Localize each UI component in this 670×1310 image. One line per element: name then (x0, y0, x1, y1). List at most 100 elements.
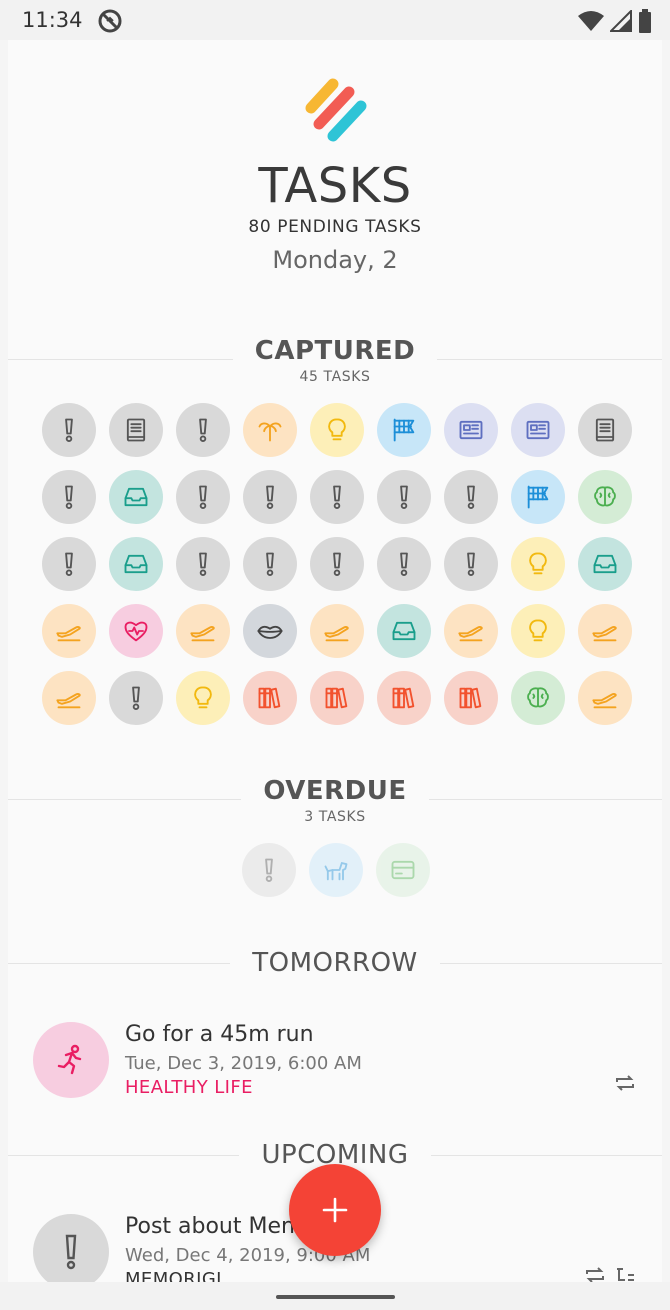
system-icons (578, 9, 652, 33)
task-dot[interactable] (310, 537, 364, 591)
task-dot[interactable] (176, 470, 230, 524)
exclamation-icon (65, 485, 73, 510)
plane-icon (56, 626, 81, 642)
task-dot[interactable] (377, 604, 431, 658)
task-dot[interactable] (578, 403, 632, 457)
task-dot[interactable] (109, 537, 163, 591)
books-icon (392, 687, 415, 709)
task-dot[interactable] (310, 604, 364, 658)
task-dot[interactable] (42, 470, 96, 524)
main-content[interactable]: TASKS 80 PENDING TASKS Monday, 2 CAPTURE… (8, 40, 662, 1282)
task-dot[interactable] (243, 604, 297, 658)
subtasks-icon (617, 1268, 634, 1281)
overdue-task-row (242, 843, 430, 897)
app-logo-icon (303, 78, 369, 148)
overdue-title: OVERDUE (241, 776, 429, 806)
task-dot[interactable] (511, 604, 565, 658)
signal-icon (610, 10, 632, 32)
home-gesture-handle[interactable] (276, 1295, 395, 1299)
newspaper-icon (526, 420, 550, 440)
task-dot[interactable] (377, 671, 431, 725)
task-dot[interactable] (42, 671, 96, 725)
task-indicators (584, 1264, 636, 1282)
plane-icon (324, 626, 349, 642)
task-category: MEMORIGI (125, 1269, 222, 1282)
task-dot[interactable] (42, 403, 96, 457)
task-dot[interactable] (377, 403, 431, 457)
task-dot[interactable] (109, 403, 163, 457)
task-dot[interactable] (444, 604, 498, 658)
task-dot[interactable] (109, 671, 163, 725)
navigation-bar (0, 1282, 670, 1310)
plane-icon (190, 626, 215, 642)
task-category: HEALTHY LIFE (125, 1077, 253, 1098)
checkered-flag-icon (527, 485, 549, 509)
heartbeat-icon (124, 621, 148, 642)
task-item-run[interactable]: Go for a 45m run Tue, Dec 3, 2019, 6:00 … (8, 1022, 662, 1112)
task-dot[interactable] (42, 604, 96, 658)
add-task-button[interactable] (289, 1164, 381, 1256)
task-dot[interactable] (310, 470, 364, 524)
task-dot[interactable] (444, 403, 498, 457)
task-dot[interactable] (109, 470, 163, 524)
task-dot[interactable] (377, 537, 431, 591)
task-dot[interactable] (176, 403, 230, 457)
task-dot[interactable] (511, 671, 565, 725)
task-dot[interactable] (310, 403, 364, 457)
inbox-icon (124, 487, 148, 507)
task-dot[interactable] (578, 604, 632, 658)
lightbulb-icon (328, 418, 346, 441)
task-dot[interactable] (176, 671, 230, 725)
newspaper-icon (459, 420, 483, 440)
exclamation-icon (400, 552, 408, 577)
exclamation-icon (467, 552, 475, 577)
status-time: 11:34 (22, 8, 83, 32)
wifi-icon (578, 11, 604, 31)
task-dot[interactable] (376, 843, 430, 897)
task-dot[interactable] (511, 403, 565, 457)
task-dot[interactable] (309, 843, 363, 897)
brain-icon (594, 486, 616, 507)
plane-icon (592, 626, 617, 642)
exclamation-icon (266, 485, 274, 510)
books-icon (258, 687, 281, 709)
task-dot[interactable] (578, 671, 632, 725)
checkered-flag-icon (393, 418, 415, 442)
exclamation-icon (199, 552, 207, 577)
book-icon (126, 418, 146, 442)
task-dot[interactable] (243, 671, 297, 725)
task-dot[interactable] (243, 403, 297, 457)
exclamation-icon (199, 418, 207, 443)
task-indicators (614, 1072, 636, 1094)
exclamation-icon (333, 485, 341, 510)
task-dot[interactable] (310, 671, 364, 725)
brain-icon (527, 687, 549, 708)
plus-icon (322, 1197, 348, 1223)
book-icon (595, 418, 615, 442)
exclamation-icon (65, 552, 73, 577)
task-dot[interactable] (109, 604, 163, 658)
task-title: Go for a 45m run (125, 1022, 314, 1047)
lips-icon (257, 625, 283, 639)
task-dot[interactable] (377, 470, 431, 524)
repeat-icon (586, 1267, 604, 1282)
task-dot[interactable] (242, 843, 296, 897)
task-dot[interactable] (578, 537, 632, 591)
task-dot[interactable] (444, 470, 498, 524)
task-dot[interactable] (243, 537, 297, 591)
task-dot[interactable] (511, 537, 565, 591)
task-dot[interactable] (42, 537, 96, 591)
running-icon (33, 1022, 109, 1098)
task-dot[interactable] (511, 470, 565, 524)
current-date: Monday, 2 (272, 246, 398, 274)
task-dot[interactable] (176, 537, 230, 591)
task-dot[interactable] (444, 537, 498, 591)
overdue-count: 3 TASKS (304, 809, 366, 825)
task-dot[interactable] (578, 470, 632, 524)
task-dot[interactable] (243, 470, 297, 524)
task-dot[interactable] (444, 671, 498, 725)
page-title: TASKS (258, 158, 412, 214)
inbox-icon (593, 554, 617, 574)
task-dot[interactable] (176, 604, 230, 658)
exclamation-icon (333, 552, 341, 577)
